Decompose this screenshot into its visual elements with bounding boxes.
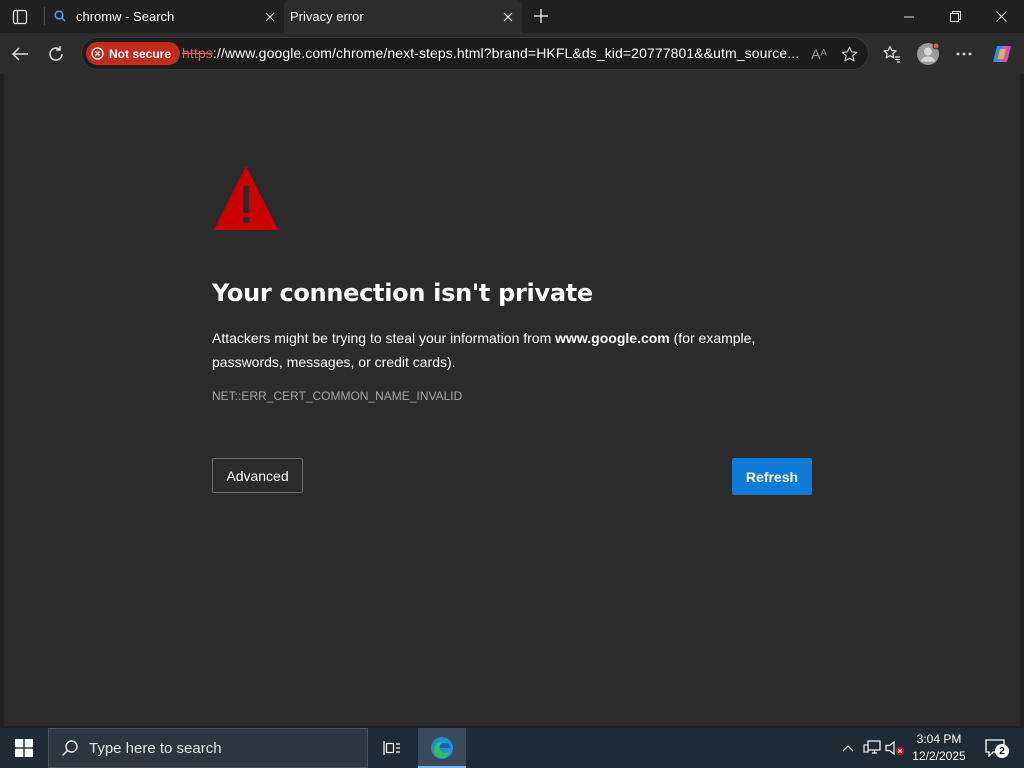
clock-date: 12/2/2025	[912, 749, 966, 763]
taskbar-search-placeholder: Type here to search	[89, 739, 222, 757]
search-icon	[61, 740, 78, 757]
description-text: Attackers might be trying to steal your …	[212, 330, 556, 346]
back-button[interactable]	[5, 39, 35, 69]
copilot-button[interactable]	[987, 39, 1017, 69]
minimize-button[interactable]	[886, 0, 932, 33]
restore-button[interactable]	[932, 0, 978, 33]
read-aloud-icon: Aᴬ	[811, 46, 827, 62]
close-icon	[265, 12, 275, 22]
page-title: Your connection isn't private	[212, 279, 593, 307]
start-button[interactable]	[0, 728, 48, 768]
description-host: www.google.com	[555, 330, 670, 346]
show-hidden-icons-button[interactable]	[838, 728, 858, 768]
network-icon	[863, 740, 881, 754]
refresh-button[interactable]: Refresh	[732, 458, 812, 495]
tab-label: Privacy error	[290, 9, 364, 24]
task-view-icon	[383, 741, 400, 755]
tab-search[interactable]: chromw - Search	[44, 0, 282, 33]
taskbar-search-box[interactable]: Type here to search	[48, 728, 368, 768]
advanced-button[interactable]: Advanced	[212, 458, 303, 493]
tab-close-button[interactable]	[500, 9, 516, 25]
error-code: NET::ERR_CERT_COMMON_NAME_INVALID	[212, 389, 463, 403]
warning-icon	[214, 166, 278, 230]
settings-more-button[interactable]	[949, 39, 979, 69]
more-icon	[956, 52, 972, 56]
volume-button[interactable]	[884, 728, 906, 768]
not-secure-label: Not secure	[109, 46, 172, 61]
reload-icon	[49, 46, 63, 61]
shield-warning-icon	[91, 47, 104, 60]
url-rest: ://www.google.com/chrome/next-steps.html…	[212, 45, 800, 61]
clock-time: 3:04 PM	[916, 732, 962, 746]
tab-separator	[44, 7, 45, 25]
url-scheme: https	[182, 45, 213, 61]
page-content: Your connection isn't private Attackers …	[4, 74, 1020, 726]
minimize-icon	[904, 16, 914, 17]
not-secure-badge[interactable]: Not secure	[86, 42, 181, 65]
star-icon	[841, 46, 857, 61]
url-text[interactable]: https://www.google.com/chrome/next-steps…	[182, 45, 799, 61]
close-window-button[interactable]	[978, 0, 1024, 33]
address-bar[interactable]: Not secure https://www.google.com/chrome…	[81, 37, 869, 70]
tab-label: chromw - Search	[76, 9, 175, 24]
volume-muted-icon	[885, 740, 904, 756]
tab-close-button[interactable]	[262, 9, 278, 25]
plus-icon	[534, 9, 548, 23]
network-button[interactable]	[861, 728, 883, 768]
notification-badge: 2	[995, 744, 1009, 758]
task-view-button[interactable]	[372, 728, 412, 768]
copilot-icon	[993, 46, 1011, 62]
read-aloud-button[interactable]: Aᴬ	[808, 43, 830, 65]
page-description: Attackers might be trying to steal your …	[212, 326, 782, 374]
notification-center-button[interactable]: 2	[976, 728, 1014, 768]
favorites-button[interactable]	[877, 39, 907, 69]
tab-strip: chromw - Search Privacy error	[0, 0, 1024, 33]
arrow-left-icon	[11, 47, 28, 61]
edge-icon	[431, 737, 453, 759]
chevron-up-icon	[842, 745, 854, 752]
add-favorite-button[interactable]	[838, 43, 860, 65]
restore-icon	[949, 11, 961, 22]
profile-button[interactable]	[913, 39, 943, 69]
tab-actions-button[interactable]	[6, 5, 34, 29]
toolbar: Not secure https://www.google.com/chrome…	[0, 33, 1024, 74]
taskbar: Type here to search 3:04 PM 12/2/2025 2	[0, 728, 1024, 768]
new-tab-button[interactable]	[529, 5, 553, 27]
reload-button[interactable]	[41, 39, 71, 69]
tab-actions-icon	[12, 9, 28, 25]
edge-taskbar-button[interactable]	[418, 728, 466, 768]
close-icon	[503, 12, 513, 22]
favorites-icon	[883, 45, 900, 63]
search-icon	[54, 10, 66, 22]
tab-privacy-error[interactable]: Privacy error	[284, 0, 522, 33]
windows-logo-icon	[15, 739, 33, 757]
clock[interactable]: 3:04 PM 12/2/2025	[908, 731, 970, 765]
close-icon	[995, 11, 1007, 22]
avatar-icon	[917, 42, 940, 65]
